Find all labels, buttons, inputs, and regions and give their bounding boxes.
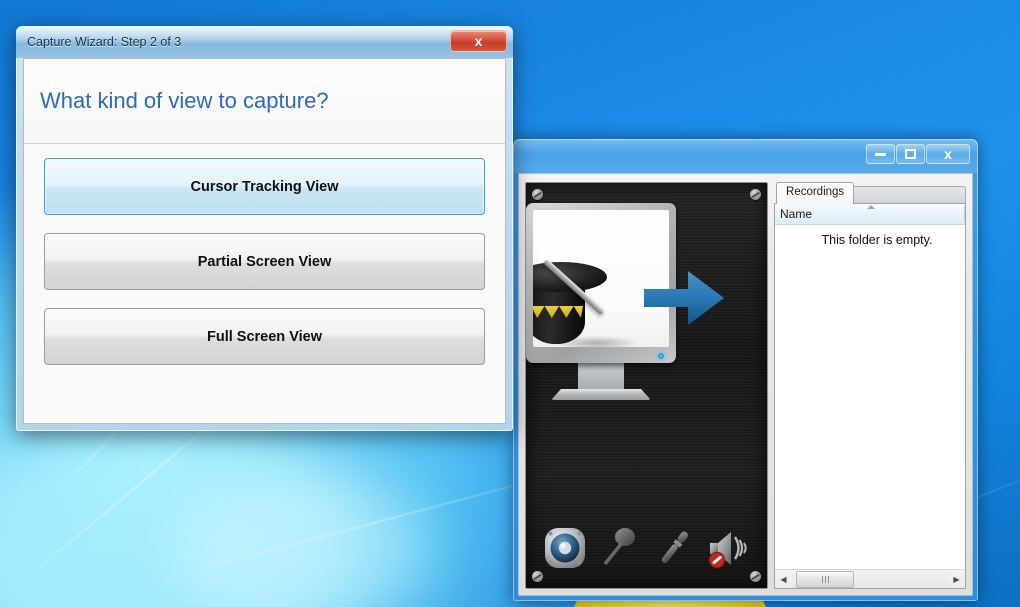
wizard-close-button[interactable]: x bbox=[450, 30, 507, 52]
blue-right-arrow-icon bbox=[644, 271, 724, 325]
capture-preview-panel bbox=[525, 182, 768, 589]
recordings-list-body: This folder is empty. bbox=[775, 225, 965, 569]
partial-screen-view-button[interactable]: Partial Screen View bbox=[44, 233, 485, 290]
empty-folder-message: This folder is empty. bbox=[821, 233, 933, 247]
column-header-row[interactable]: Name bbox=[775, 204, 965, 225]
scrollbar-track[interactable] bbox=[792, 570, 948, 588]
app-titlebar: x bbox=[513, 139, 978, 173]
tab-recordings[interactable]: Recordings bbox=[776, 182, 855, 204]
recordings-list: Name This folder is empty. ◀ ▶ bbox=[774, 203, 966, 589]
recorder-app-window: x Recordings Name This folder is empty. … bbox=[513, 139, 978, 601]
maximize-icon bbox=[905, 149, 916, 159]
wizard-options: Cursor Tracking View Partial Screen View… bbox=[24, 144, 505, 365]
screw-icon bbox=[750, 189, 761, 200]
monitor-power-led-icon bbox=[658, 353, 664, 359]
scrollbar-thumb[interactable] bbox=[796, 570, 854, 588]
tabstrip: Recordings bbox=[774, 182, 966, 204]
audio-device-icons bbox=[526, 524, 767, 572]
full-screen-view-button[interactable]: Full Screen View bbox=[44, 308, 485, 365]
minimize-icon bbox=[875, 152, 886, 156]
column-divider[interactable] bbox=[964, 206, 965, 222]
column-header-name[interactable]: Name bbox=[780, 207, 812, 221]
speaker-muted-icon[interactable] bbox=[705, 524, 751, 572]
close-icon: x bbox=[474, 33, 483, 49]
app-client-area: Recordings Name This folder is empty. ◀ bbox=[518, 173, 973, 596]
maximize-button[interactable] bbox=[896, 144, 925, 164]
tabstrip-filler bbox=[854, 186, 966, 204]
close-button[interactable]: x bbox=[926, 144, 970, 164]
cursor-tracking-view-button[interactable]: Cursor Tracking View bbox=[44, 158, 485, 215]
wizard-header: What kind of view to capture? bbox=[24, 59, 505, 144]
scroll-left-icon[interactable]: ◀ bbox=[775, 571, 792, 588]
capture-wizard-dialog: Capture Wizard: Step 2 of 3 x What kind … bbox=[16, 26, 513, 431]
screw-icon bbox=[532, 189, 543, 200]
grip-lines-icon bbox=[824, 575, 826, 583]
wizard-question-text: What kind of view to capture? bbox=[40, 88, 329, 113]
window-controls: x bbox=[866, 144, 970, 164]
speaker-icon[interactable] bbox=[542, 524, 588, 572]
scroll-right-icon[interactable]: ▶ bbox=[948, 571, 965, 588]
grip-lines-icon bbox=[821, 575, 823, 583]
microphone-stand-icon[interactable] bbox=[596, 524, 642, 572]
wizard-titlebar[interactable]: Capture Wizard: Step 2 of 3 x bbox=[16, 26, 513, 58]
close-icon: x bbox=[944, 146, 952, 162]
sort-ascending-icon bbox=[867, 205, 875, 209]
screw-icon bbox=[532, 571, 543, 582]
recordings-panel: Recordings Name This folder is empty. ◀ bbox=[774, 182, 966, 589]
monitor-base bbox=[551, 389, 651, 400]
grip-lines-icon bbox=[827, 575, 829, 583]
wallpaper-glow bbox=[0, 420, 360, 607]
minimize-button[interactable] bbox=[866, 144, 895, 164]
desktop: x Recordings Name This folder is empty. … bbox=[0, 0, 1020, 607]
handheld-microphone-icon[interactable] bbox=[651, 524, 697, 572]
wallpaper-glow bbox=[170, 470, 430, 607]
wizard-body: What kind of view to capture? Cursor Tra… bbox=[23, 58, 506, 424]
monitor-stand bbox=[578, 363, 624, 389]
horizontal-scrollbar[interactable]: ◀ ▶ bbox=[775, 569, 965, 588]
screw-icon bbox=[750, 571, 761, 582]
wizard-title: Capture Wizard: Step 2 of 3 bbox=[27, 35, 182, 49]
